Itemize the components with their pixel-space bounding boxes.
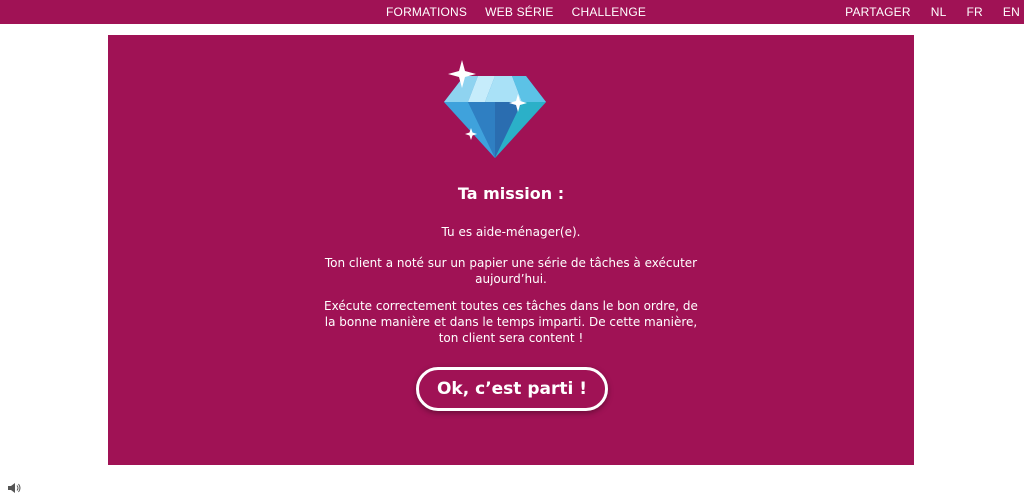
- share-link[interactable]: PARTAGER: [845, 5, 911, 19]
- mission-paragraph-role: Tu es aide-ménager(e).: [441, 225, 581, 239]
- language-nl-link[interactable]: NL: [931, 5, 947, 19]
- top-navigation-bar: FORMATIONS WEB SÉRIE CHALLENGE PARTAGER …: [0, 0, 1024, 24]
- nav-challenge-link[interactable]: CHALLENGE: [572, 5, 647, 19]
- nav-web-serie-link[interactable]: WEB SÉRIE: [485, 5, 553, 19]
- speaker-icon[interactable]: [8, 482, 22, 494]
- mission-paragraph-instructions: Exécute correctement toutes ces tâches d…: [324, 299, 698, 345]
- secondary-nav: PARTAGER NL FR EN: [845, 0, 1020, 24]
- diamond-icon: [444, 60, 546, 158]
- language-fr-link[interactable]: FR: [967, 5, 983, 19]
- mission-paragraph-tasks: Ton client a noté sur un papier une séri…: [324, 256, 698, 286]
- start-button[interactable]: Ok, c’est parti !: [416, 367, 608, 411]
- nav-formations-link[interactable]: FORMATIONS: [386, 5, 467, 19]
- main-nav: FORMATIONS WEB SÉRIE CHALLENGE: [386, 0, 646, 24]
- language-en-link[interactable]: EN: [1003, 5, 1020, 19]
- mission-title: Ta mission :: [457, 184, 565, 203]
